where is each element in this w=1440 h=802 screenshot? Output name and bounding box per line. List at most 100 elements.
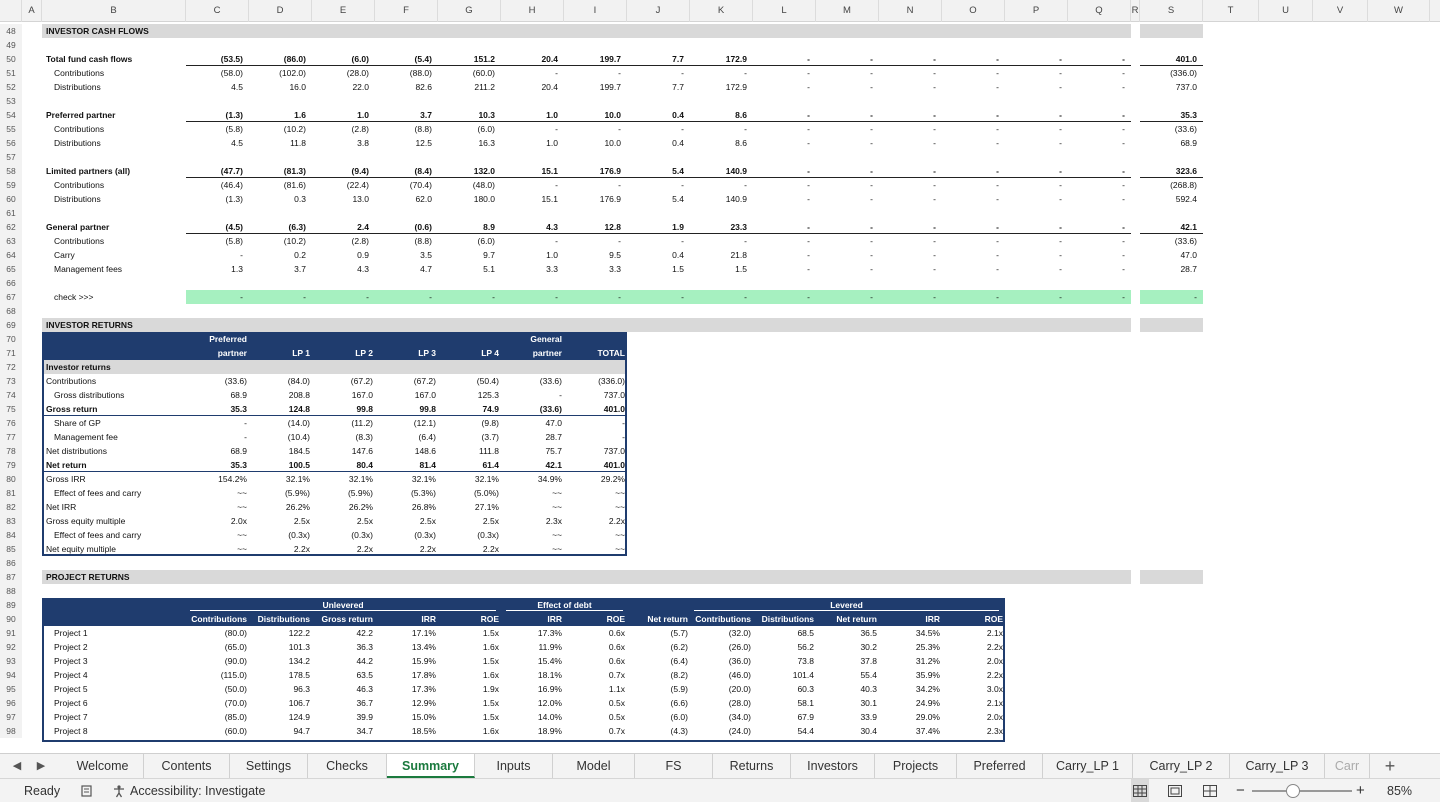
value-cell[interactable]: 32.1%: [312, 472, 373, 486]
value-cell[interactable]: (268.8): [1140, 178, 1197, 192]
column-header-L[interactable]: L: [753, 0, 816, 22]
value-cell[interactable]: 3.0x: [942, 682, 1003, 696]
value-cell[interactable]: (6.4): [627, 654, 688, 668]
row-number[interactable]: 86: [0, 556, 22, 570]
value-cell[interactable]: (9.4): [312, 164, 369, 178]
row-number[interactable]: 78: [0, 444, 22, 458]
value-cell[interactable]: 1.3: [186, 262, 243, 276]
value-cell[interactable]: -: [879, 192, 936, 206]
value-cell[interactable]: -: [1005, 66, 1062, 80]
value-cell[interactable]: -: [816, 220, 873, 234]
value-cell[interactable]: 132.0: [438, 164, 495, 178]
value-cell[interactable]: -: [501, 178, 558, 192]
value-cell[interactable]: (3.7): [438, 430, 499, 444]
value-cell[interactable]: 26.8%: [375, 500, 436, 514]
value-cell[interactable]: 2.1x: [942, 696, 1003, 710]
value-cell[interactable]: 21.8: [690, 248, 747, 262]
value-cell[interactable]: (80.0): [186, 626, 247, 640]
value-cell[interactable]: -: [942, 262, 999, 276]
value-cell[interactable]: -: [753, 136, 810, 150]
row-number[interactable]: 62: [0, 220, 22, 234]
value-cell[interactable]: 42.2: [312, 626, 373, 640]
value-cell[interactable]: (46.4): [186, 178, 243, 192]
value-cell[interactable]: (85.0): [186, 710, 247, 724]
value-cell[interactable]: (84.0): [249, 374, 310, 388]
row-number[interactable]: 91: [0, 626, 22, 640]
row-number[interactable]: 72: [0, 360, 22, 374]
value-cell[interactable]: (0.3x): [375, 528, 436, 542]
column-header-D[interactable]: D: [249, 0, 312, 22]
value-cell[interactable]: (8.3): [312, 430, 373, 444]
value-cell[interactable]: 37.4%: [879, 724, 940, 738]
column-header-W[interactable]: W: [1368, 0, 1430, 22]
value-cell[interactable]: 32.1%: [375, 472, 436, 486]
value-cell[interactable]: 208.8: [249, 388, 310, 402]
value-cell[interactable]: (102.0): [249, 66, 306, 80]
value-cell[interactable]: -: [816, 262, 873, 276]
value-cell[interactable]: (6.3): [249, 220, 306, 234]
value-cell[interactable]: (47.7): [186, 164, 243, 178]
value-cell[interactable]: 47.0: [1140, 248, 1197, 262]
row-number[interactable]: 60: [0, 192, 22, 206]
sheet-tab-settings[interactable]: Settings: [230, 754, 308, 778]
value-cell[interactable]: 140.9: [690, 164, 747, 178]
value-cell[interactable]: 1.5x: [438, 654, 499, 668]
value-cell[interactable]: -: [1068, 234, 1125, 248]
value-cell[interactable]: 17.3%: [501, 626, 562, 640]
value-cell[interactable]: 14.0%: [501, 710, 562, 724]
value-cell[interactable]: 54.4: [753, 724, 814, 738]
column-header-S[interactable]: S: [1140, 0, 1203, 22]
value-cell[interactable]: 3.7: [375, 108, 432, 122]
row-number[interactable]: 85: [0, 542, 22, 556]
value-cell[interactable]: 2.2x: [564, 514, 625, 528]
sheet-tab-fs[interactable]: FS: [635, 754, 713, 778]
value-cell[interactable]: 16.0: [249, 80, 306, 94]
value-cell[interactable]: (22.4): [312, 178, 369, 192]
value-cell[interactable]: 101.4: [753, 668, 814, 682]
value-cell[interactable]: 401.0: [1140, 52, 1197, 66]
row-number[interactable]: 80: [0, 472, 22, 486]
value-cell[interactable]: -: [564, 430, 625, 444]
value-cell[interactable]: 35.3: [1140, 108, 1197, 122]
value-cell[interactable]: ~~: [501, 528, 562, 542]
value-cell[interactable]: 15.4%: [501, 654, 562, 668]
row-number[interactable]: 53: [0, 94, 22, 108]
value-cell[interactable]: 34.7: [312, 724, 373, 738]
value-cell[interactable]: 12.5: [375, 136, 432, 150]
value-cell[interactable]: -: [186, 248, 243, 262]
value-cell[interactable]: ~~: [501, 542, 562, 556]
column-header-R[interactable]: R: [1131, 0, 1140, 22]
plus-icon[interactable]: +: [1380, 754, 1400, 778]
value-cell[interactable]: 17.3%: [375, 682, 436, 696]
value-cell[interactable]: (46.0): [690, 668, 751, 682]
value-cell[interactable]: (60.0): [438, 66, 495, 80]
value-cell[interactable]: (8.4): [375, 164, 432, 178]
value-cell[interactable]: -: [1005, 80, 1062, 94]
row-number[interactable]: 69: [0, 318, 22, 332]
value-cell[interactable]: -: [627, 122, 684, 136]
row-number[interactable]: 71: [0, 346, 22, 360]
value-cell[interactable]: (81.3): [249, 164, 306, 178]
value-cell[interactable]: 4.3: [312, 262, 369, 276]
value-cell[interactable]: -: [1068, 248, 1125, 262]
value-cell[interactable]: -: [1068, 192, 1125, 206]
value-cell[interactable]: -: [942, 220, 999, 234]
value-cell[interactable]: (88.0): [375, 66, 432, 80]
value-cell[interactable]: (60.0): [186, 724, 247, 738]
row-number[interactable]: 73: [0, 374, 22, 388]
value-cell[interactable]: -: [186, 416, 247, 430]
value-cell[interactable]: -: [942, 52, 999, 66]
value-cell[interactable]: -: [564, 122, 621, 136]
row-number[interactable]: 84: [0, 528, 22, 542]
value-cell[interactable]: (48.0): [438, 178, 495, 192]
value-cell[interactable]: -: [816, 136, 873, 150]
value-cell[interactable]: 1.5: [627, 262, 684, 276]
value-cell[interactable]: (8.8): [375, 234, 432, 248]
value-cell[interactable]: 67.9: [753, 710, 814, 724]
value-cell[interactable]: 737.0: [1140, 80, 1197, 94]
row-number[interactable]: 70: [0, 332, 22, 346]
value-cell[interactable]: 0.4: [627, 108, 684, 122]
value-cell[interactable]: 35.3: [186, 402, 247, 416]
value-cell[interactable]: 1.0: [312, 108, 369, 122]
value-cell[interactable]: (6.4): [375, 430, 436, 444]
